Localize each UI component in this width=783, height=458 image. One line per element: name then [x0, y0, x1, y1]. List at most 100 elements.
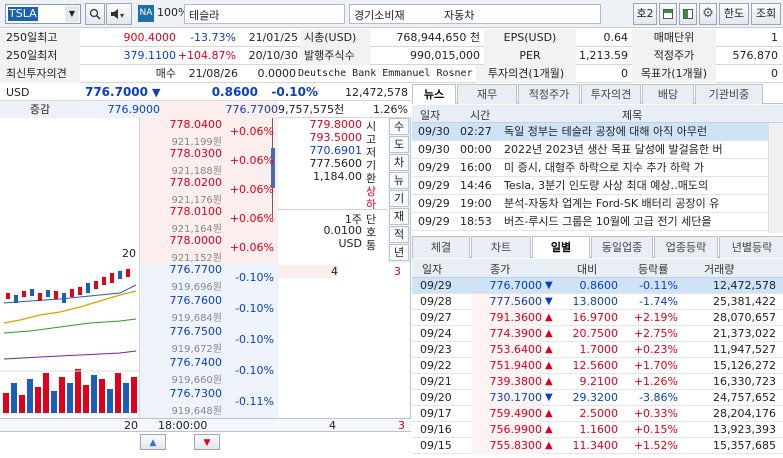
daily-rate: +1.52% [633, 439, 678, 452]
daily-close: 753.6400 [472, 342, 542, 358]
tab-number-button[interactable]: 호2 [633, 3, 657, 25]
window-button-1[interactable] [659, 3, 677, 25]
daily-diff: 13.8000 [572, 295, 619, 308]
sound-button[interactable]: ▾ [106, 3, 132, 25]
news-item[interactable]: 09/29 19:00 분석-자동차 업계는 Ford-SK 배터리 공장이 유 [412, 195, 768, 213]
daily-date: 09/23 [420, 343, 452, 356]
tab-daily-0[interactable]: 체결 [412, 236, 470, 258]
news-item[interactable]: 09/29 18:53 버즈-루시드 그룹은 10월에 고급 전기 세단을 [412, 213, 768, 231]
news-item[interactable]: 09/29 14:46 Tesla, 3분기 인도량 사상 최대 예상‥매도의 [412, 177, 768, 195]
news-scrollbar[interactable] [768, 123, 783, 233]
side-button-5[interactable]: 재 [389, 208, 409, 225]
limit-button[interactable]: 한도 [719, 3, 749, 25]
na-badge[interactable]: NA [138, 5, 154, 22]
side-button-3[interactable]: 뉴 [389, 172, 409, 189]
bid-price[interactable]: 776.7300 [140, 387, 223, 400]
side-button-2[interactable]: 차 [389, 154, 409, 171]
news-item[interactable]: 09/30 00:00 2022년 2023년 생산 목표 달성에 발걸음한 버 [412, 141, 768, 159]
bid-rate: -0.10% [235, 333, 274, 346]
label-trade-unit: 매매단위 [632, 29, 716, 47]
table-row[interactable]: 09/27 791.3600 ▲ 16.9700 +2.19% 28,070,657 [412, 310, 783, 326]
scroll-up-button[interactable]: ▲ [140, 434, 166, 450]
info-row-2: 250일최저 379.1100 +104.87% 20/10/30 발행주식수 … [0, 47, 783, 65]
bid-qty: 919,660원 [171, 375, 222, 386]
daily-vol: 28,204,176 [713, 407, 776, 420]
search-button[interactable] [85, 3, 105, 25]
window-button-2[interactable] [679, 3, 697, 25]
daily-tabs: 체결 차트 일별 동일업종 업종등락 년별등락 [412, 236, 783, 258]
table-row[interactable]: 09/15 755.8300 ▲ 11.3400 +1.52% 15,357,685 [412, 438, 783, 454]
daily-vol: 16,330,723 [713, 375, 776, 388]
table-row[interactable]: 09/29 776.7000 ▼ 0.8600 -0.11% 12,472,578 [412, 278, 783, 294]
table-row[interactable]: 09/24 774.3900 ▲ 20.7500 +2.75% 21,373,022 [412, 326, 783, 342]
info-row-1: 250일최고 900.4000 -13.73% 21/01/25 시총(USD)… [0, 29, 783, 47]
tab-news-1[interactable]: 재무 [457, 84, 517, 104]
volume-bar [11, 383, 17, 413]
unit-tick: 0.0100 [323, 224, 363, 237]
window-icon [663, 9, 673, 19]
daily-close: 739.3800 [472, 374, 542, 390]
tab-news-0[interactable]: 뉴스 [412, 84, 456, 104]
tab-daily-4[interactable]: 업종등락 [654, 236, 718, 258]
tab-daily-1[interactable]: 차트 [471, 236, 531, 258]
candle [54, 291, 58, 299]
side-button-7[interactable]: 년 [389, 244, 409, 261]
stock-code-input[interactable]: TSLA ▼ [5, 4, 81, 24]
table-row[interactable]: 09/21 739.3800 ▲ 9.2100 +1.26% 16,330,723 [412, 374, 783, 390]
ask-price[interactable]: 778.0300 [140, 147, 223, 160]
ask-price[interactable]: 778.0000 [140, 234, 223, 247]
tab-daily-3[interactable]: 동일업종 [591, 236, 653, 258]
table-row[interactable]: 09/22 751.9400 ▲ 12.5600 +1.70% 15,126,272 [412, 358, 783, 374]
volume-bar [99, 379, 105, 413]
sector-name: 경기소비재 [354, 9, 405, 22]
daily-date: 09/27 [420, 311, 452, 324]
tab-news-3[interactable]: 투자의견 [581, 84, 641, 104]
tab-daily-2[interactable]: 일별 [532, 236, 590, 258]
label-opinion-1m: 투자의견(1개월) [476, 65, 576, 83]
side-button-6[interactable]: 적 [389, 226, 409, 243]
daily-vol: 13,923,393 [713, 423, 776, 436]
value-target-1m: 0 [771, 67, 778, 80]
daily-close: 756.9900 [472, 422, 542, 438]
table-row[interactable]: 09/23 753.6400 ▲ 1.7000 +0.23% 11,947,527 [412, 342, 783, 358]
settings-button[interactable]: ⚙ [699, 3, 717, 25]
tab-news-2[interactable]: 적정주가 [518, 84, 580, 104]
daily-rate: -0.11% [639, 279, 678, 292]
label-per: PER [484, 47, 576, 65]
news-tabs: 뉴스 재무 적정주가 투자의견 배당 기관비중 [412, 84, 783, 104]
ask-price[interactable]: 778.0400 [140, 118, 223, 131]
chevron-down-icon[interactable]: ▼ [65, 6, 79, 22]
side-button-0[interactable]: 수 [389, 118, 409, 135]
pct-250-high: -13.73% [190, 31, 236, 44]
ask-price[interactable]: 778.0200 [140, 176, 223, 189]
ask-rate: +0.06% [229, 154, 274, 167]
unit-label-3: 통 [366, 239, 377, 252]
bid-price[interactable]: 776.7600 [140, 294, 223, 307]
label-market-cap: 시총(USD) [300, 29, 370, 47]
scroll-down-button[interactable]: ▼ [194, 434, 220, 450]
tab-news-4[interactable]: 배당 [642, 84, 694, 104]
tab-news-5[interactable]: 기관비중 [695, 84, 763, 104]
triangle-up-icon: ▲ [545, 376, 553, 387]
table-row[interactable]: 09/17 759.4900 ▲ 2.5000 +0.33% 28,204,176 [412, 406, 783, 422]
unit-divider [278, 209, 388, 210]
bid-price[interactable]: 776.7700 [140, 263, 223, 276]
side-button-4[interactable]: 기 [389, 190, 409, 207]
side-button-1[interactable]: 도 [389, 136, 409, 153]
news-item[interactable]: 09/30 02:27 독일 정부는 테슬라 공장에 대해 아직 아무런 [412, 123, 768, 141]
table-row[interactable]: 09/16 756.9900 ▲ 1.1600 +0.15% 13,923,393 [412, 422, 783, 438]
table-row[interactable]: 09/20 730.1700 ▼ 29.3200 -3.86% 24,757,652 [412, 390, 783, 406]
layout-icon [683, 9, 693, 19]
lookup-button[interactable]: 조회 [751, 3, 781, 25]
table-row[interactable]: 09/28 777.5600 ▼ 13.8000 -1.74% 25,381,422 [412, 294, 783, 310]
stock-name-field: 테슬라 [184, 4, 345, 24]
ask-price[interactable]: 778.0100 [140, 205, 223, 218]
bid-price[interactable]: 776.7400 [140, 356, 223, 369]
candle [38, 293, 42, 301]
volume-bar [83, 385, 89, 413]
daily-diff: 2.5000 [579, 407, 619, 420]
date-250-low: 20/10/30 [248, 49, 298, 62]
tab-daily-5[interactable]: 년별등락 [719, 236, 783, 258]
bid-price[interactable]: 776.7500 [140, 325, 223, 338]
news-item[interactable]: 09/29 16:00 미 증시, 대형주 하락으로 지수 추가 하락 가 [412, 159, 768, 177]
